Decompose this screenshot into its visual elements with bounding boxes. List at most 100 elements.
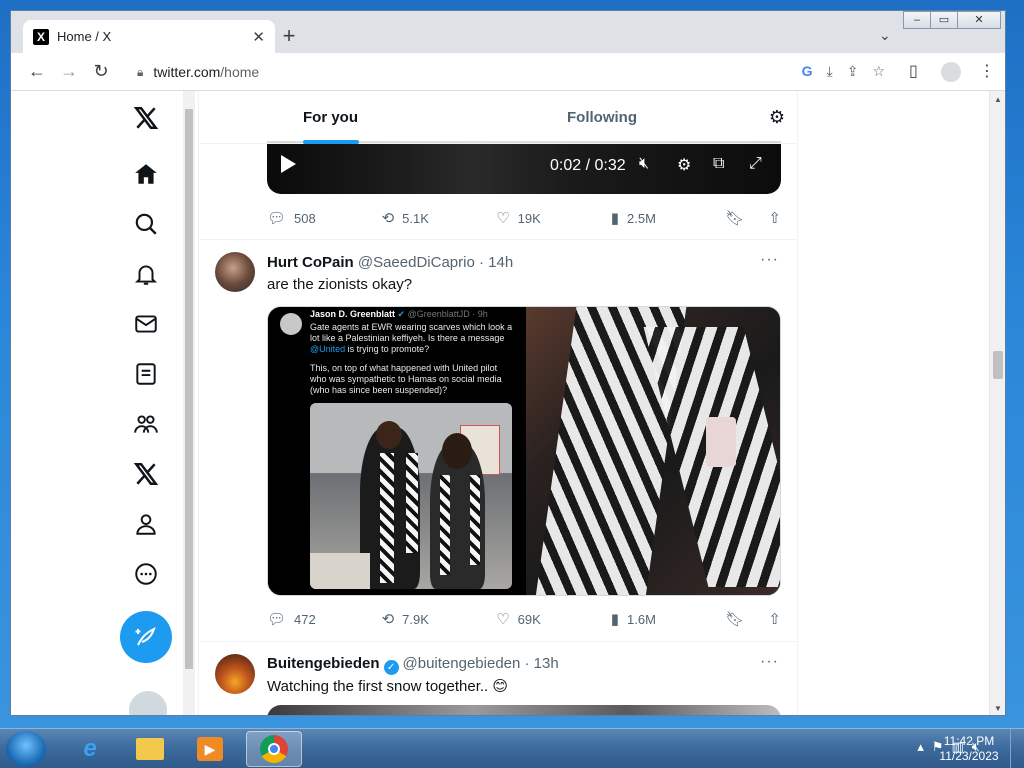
video-settings-icon[interactable]: ⚙ bbox=[677, 155, 691, 175]
profile-icon[interactable] bbox=[131, 509, 161, 539]
avatar[interactable] bbox=[215, 654, 255, 694]
play-icon[interactable] bbox=[281, 155, 296, 173]
tab-close-icon[interactable]: ✕ bbox=[252, 28, 265, 46]
browser-window: X Home / X ✕ + ⌄ – ▭ ✕ ← → ↻ 🔒︎ twitter.… bbox=[10, 10, 1006, 716]
premium-x-icon[interactable] bbox=[131, 459, 161, 489]
heart-icon: ♡ bbox=[496, 611, 510, 628]
home-icon[interactable] bbox=[131, 159, 161, 189]
video-player[interactable]: 0:02 / 0:32 🔇︎ ⚙ ⧉ ⤢ bbox=[267, 141, 781, 194]
lists-icon[interactable] bbox=[131, 359, 161, 389]
more-options-icon[interactable]: ··· bbox=[760, 251, 779, 269]
page-scrollbar-thumb[interactable] bbox=[993, 351, 1003, 379]
profile-avatar-icon[interactable] bbox=[941, 62, 961, 82]
views-bars-icon: ▮ bbox=[610, 611, 620, 628]
reply-button[interactable]: 💬︎ 508 bbox=[267, 209, 382, 227]
like-button[interactable]: ♡ 69K bbox=[496, 610, 611, 628]
start-button[interactable] bbox=[6, 731, 46, 767]
page-scrollbar[interactable]: ▲ ▼ bbox=[989, 91, 1005, 715]
share-icon[interactable]: ⇧ bbox=[768, 209, 781, 227]
active-tab-indicator bbox=[303, 140, 359, 144]
menu-kebab-icon[interactable]: ⋮ bbox=[979, 61, 995, 81]
page-viewport: 0:02 / 0:32 🔇︎ ⚙ ⧉ ⤢ 💬︎ 508 ⟲ 5.1K ♡ 19K ▮ 2… bbox=[11, 91, 991, 715]
author-handle[interactable]: @buitengebieden bbox=[403, 655, 521, 672]
file-explorer-icon[interactable] bbox=[122, 731, 178, 767]
reload-icon[interactable]: ↻ bbox=[89, 61, 113, 82]
internet-explorer-icon[interactable]: e bbox=[62, 731, 118, 767]
repost-button[interactable]: ⟲ 7.9K bbox=[382, 610, 497, 628]
bookmark-icon[interactable]: 🔖︎ bbox=[725, 610, 744, 628]
browser-toolbar: ← → ↻ 🔒︎ twitter.com/home G ⤓ ⇪ ☆ ▯ ⋮ bbox=[11, 53, 1005, 91]
tweet-time[interactable]: · 14h bbox=[479, 254, 513, 271]
x-favicon-icon: X bbox=[33, 28, 49, 45]
account-avatar[interactable] bbox=[129, 691, 167, 715]
side-panel-icon[interactable]: ▯ bbox=[909, 61, 918, 81]
author-name[interactable]: Hurt CoPain bbox=[267, 254, 354, 271]
sidebar-scrollbar-thumb[interactable] bbox=[185, 109, 193, 669]
share-icon[interactable]: ⇪ bbox=[847, 63, 859, 80]
show-desktop-button[interactable] bbox=[1010, 729, 1024, 768]
messages-envelope-icon[interactable] bbox=[131, 309, 161, 339]
scroll-down-arrow-icon[interactable]: ▼ bbox=[994, 704, 1002, 713]
fullscreen-icon[interactable]: ⤢ bbox=[749, 155, 762, 173]
tweet-media[interactable] bbox=[267, 705, 781, 715]
search-icon[interactable] bbox=[131, 209, 161, 239]
tab-home-x[interactable]: X Home / X ✕ bbox=[23, 20, 275, 53]
tray-chevron-icon[interactable]: ▴ bbox=[917, 739, 924, 755]
pip-icon[interactable]: ⧉ bbox=[713, 155, 724, 173]
lock-icon[interactable]: 🔒︎ bbox=[137, 65, 143, 80]
new-tab-button[interactable]: + bbox=[277, 25, 301, 47]
bookmark-icon[interactable]: 🔖︎ bbox=[725, 209, 744, 227]
sidebar-scrollbar[interactable] bbox=[183, 91, 195, 715]
reply-button[interactable]: 💬︎ 472 bbox=[267, 610, 382, 628]
tweet-time[interactable]: · 13h bbox=[525, 655, 559, 672]
reply-icon: 💬︎ bbox=[267, 611, 287, 628]
tab-search-chevron-icon[interactable]: ⌄ bbox=[879, 27, 891, 44]
window-controls: – ▭ ✕ bbox=[903, 11, 1001, 29]
share-icon[interactable]: ⇧ bbox=[768, 610, 781, 628]
close-window-button[interactable]: ✕ bbox=[957, 11, 1001, 29]
notifications-bell-icon[interactable] bbox=[131, 259, 161, 289]
timeline-settings-gear-icon[interactable]: ⚙ bbox=[769, 107, 785, 128]
x-sidebar bbox=[111, 91, 191, 715]
more-circle-icon[interactable] bbox=[131, 559, 161, 589]
media-image-closeup[interactable] bbox=[526, 307, 780, 595]
mute-icon[interactable]: 🔇︎ bbox=[639, 155, 649, 173]
forward-arrow-icon[interactable]: → bbox=[57, 61, 81, 82]
views-button[interactable]: ▮ 1.6M bbox=[611, 610, 726, 628]
compose-post-button[interactable] bbox=[120, 611, 172, 663]
communities-icon[interactable] bbox=[131, 409, 161, 439]
install-icon[interactable]: ⤓ bbox=[827, 63, 833, 80]
x-logo-icon[interactable] bbox=[131, 103, 161, 133]
chrome-taskbar-icon[interactable] bbox=[246, 731, 302, 767]
media-player-icon[interactable]: ▶ bbox=[182, 731, 238, 767]
author-name[interactable]: Buitengebieden bbox=[267, 655, 380, 672]
tweet-media[interactable]: Jason D. Greenblatt ✔ @GreenblattJD · 9h… bbox=[267, 306, 781, 596]
quote-photo bbox=[310, 403, 512, 589]
repost-button[interactable]: ⟲ 5.1K bbox=[382, 209, 497, 227]
tab-for-you[interactable]: For you bbox=[303, 109, 358, 126]
author-handle[interactable]: @SaeedDiCaprio bbox=[358, 254, 475, 271]
views-bars-icon: ▮ bbox=[610, 210, 620, 227]
address-bar[interactable]: 🔒︎ twitter.com/home G ⤓ ⇪ ☆ bbox=[127, 57, 893, 87]
heart-icon: ♡ bbox=[496, 210, 510, 227]
tab-strip: X Home / X ✕ + ⌄ – ▭ ✕ bbox=[11, 11, 1005, 53]
tweet-text: Watching the first snow together.. 😊 bbox=[267, 678, 509, 695]
maximize-button[interactable]: ▭ bbox=[930, 11, 958, 29]
more-options-icon[interactable]: ··· bbox=[760, 653, 779, 671]
tweet-actions: 💬︎ 508 ⟲ 5.1K ♡ 19K ▮ 2.5M 🔖︎ ⇧ bbox=[267, 207, 781, 229]
clock[interactable]: 11:42 PM 11/23/2023 bbox=[934, 734, 1004, 764]
scroll-up-arrow-icon[interactable]: ▲ bbox=[994, 95, 1002, 104]
tweet-header: Buitengebieden ✓ @buitengebieden · 13h bbox=[267, 655, 559, 675]
omnibox-icons: G ⤓ ⇪ ☆ bbox=[802, 63, 885, 80]
media-image-screenshot[interactable]: Jason D. Greenblatt ✔ @GreenblattJD · 9h… bbox=[268, 307, 523, 595]
minimize-button[interactable]: – bbox=[903, 11, 931, 29]
tab-following[interactable]: Following bbox=[567, 109, 637, 126]
quote-header bbox=[280, 313, 302, 335]
back-arrow-icon[interactable]: ← bbox=[25, 61, 49, 82]
google-translate-icon[interactable]: G bbox=[802, 63, 813, 80]
divider bbox=[199, 239, 797, 240]
bookmark-star-icon[interactable]: ☆ bbox=[872, 63, 885, 80]
views-button[interactable]: ▮ 2.5M bbox=[611, 209, 726, 227]
like-button[interactable]: ♡ 19K bbox=[496, 209, 611, 227]
avatar[interactable] bbox=[215, 252, 255, 292]
